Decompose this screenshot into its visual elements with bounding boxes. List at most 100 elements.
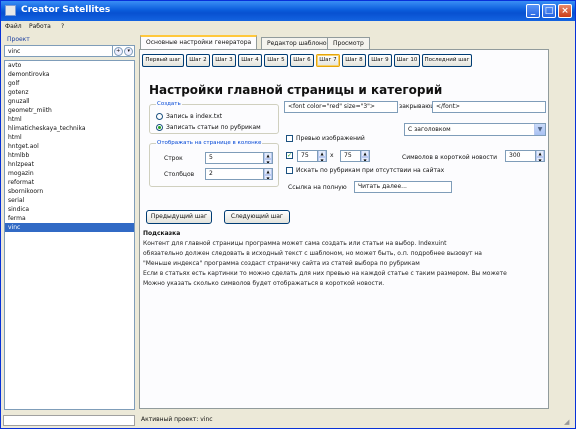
spin-up-icon[interactable]: ▲: [264, 169, 272, 175]
spin-down-icon[interactable]: ▼: [264, 159, 272, 163]
project-combo[interactable]: vinc + ▾: [4, 45, 135, 57]
checkbox-box: [286, 135, 293, 142]
project-list-item[interactable]: mogazin: [5, 169, 134, 178]
menu-bar: Файл Работа ?: [1, 21, 575, 33]
image-width-value: 75: [301, 152, 309, 159]
status-text: Активный проект: vinc: [141, 416, 213, 423]
spin-up-icon[interactable]: ▲: [536, 151, 544, 157]
project-combo-value: vinc: [8, 48, 21, 55]
spin-up-icon[interactable]: ▲: [318, 151, 326, 157]
tab-main-settings[interactable]: Основные настройки генератора: [140, 35, 258, 49]
tab-preview[interactable]: Просмотр: [327, 37, 370, 49]
spin-up-icon[interactable]: ▲: [361, 151, 369, 157]
rows-label: Строк: [164, 155, 183, 162]
step-button[interactable]: Шаг 7: [316, 54, 340, 67]
count-group-legend: Отображать на странице в колонке: [156, 140, 263, 146]
image-preview-checkbox[interactable]: Превью изображений: [286, 135, 365, 142]
header-open-tag-field[interactable]: <font color="red" size="3">: [284, 101, 398, 113]
step-button[interactable]: Шаг 4: [238, 54, 262, 67]
project-list-item[interactable]: ferma: [5, 214, 134, 223]
check-mark-icon: ✓: [286, 152, 293, 159]
project-list-item[interactable]: geometr_miith: [5, 106, 134, 115]
radio-dot-selected: [156, 124, 163, 131]
step-button[interactable]: Шаг 9: [368, 54, 392, 67]
image-preview-label: Превью изображений: [296, 135, 365, 142]
resize-grip-icon[interactable]: ◢: [564, 418, 573, 427]
spin-down-icon[interactable]: ▼: [264, 175, 272, 179]
image-height-value: 75: [344, 152, 352, 159]
size-separator: x: [330, 152, 334, 159]
project-list-item[interactable]: hlimaticheskaya_technika: [5, 124, 134, 133]
project-list-item[interactable]: gotenz: [5, 88, 134, 97]
radio-by-rubric[interactable]: Записать статьи по рубрикам: [156, 124, 261, 131]
project-list-item[interactable]: avto: [5, 61, 134, 70]
page-title: Настройки главной страницы и категорий: [149, 83, 443, 97]
heading-select[interactable]: С заголовком ▼: [404, 123, 546, 136]
maximize-button[interactable]: □: [542, 4, 556, 18]
image-height-stepper[interactable]: 75 ▲ ▼: [340, 150, 370, 162]
step-button[interactable]: Шаг 5: [264, 54, 288, 67]
project-label: Проект: [7, 36, 30, 43]
title-bar[interactable]: Creator Satellites _ □ ×: [1, 1, 575, 21]
step-button[interactable]: Шаг 2: [186, 54, 210, 67]
rows-value: 5: [209, 154, 213, 161]
menu-help[interactable]: ?: [61, 23, 64, 30]
read-more-field[interactable]: Читать далее...: [354, 181, 452, 193]
close-button[interactable]: ×: [558, 4, 572, 18]
cols-label: Столбцов: [164, 171, 195, 178]
step-button[interactable]: Шаг 3: [212, 54, 236, 67]
step-button[interactable]: Последний шаг: [422, 54, 472, 67]
project-list-item[interactable]: sbornikoorn: [5, 187, 134, 196]
chevron-down-icon[interactable]: ▼: [534, 124, 545, 135]
spin-down-icon[interactable]: ▼: [318, 157, 326, 161]
project-list-item[interactable]: hntget.aol: [5, 142, 134, 151]
project-list-item[interactable]: hnlzpeat: [5, 160, 134, 169]
chevron-down-icon[interactable]: ▾: [124, 46, 134, 56]
header-close-tag-field[interactable]: </font>: [432, 101, 546, 113]
rubric-search-checkbox[interactable]: Искать по рубрикам при отсутствии на сай…: [286, 167, 444, 174]
project-list-item[interactable]: reformat: [5, 178, 134, 187]
image-size-check[interactable]: ✓: [286, 152, 296, 159]
project-list-item[interactable]: html: [5, 133, 134, 142]
project-list-item[interactable]: demontirovka: [5, 70, 134, 79]
project-list[interactable]: avto demontirovka golf gotenz gnuzall geometr…: [4, 60, 135, 410]
project-list-item[interactable]: htmlbb: [5, 151, 134, 160]
app-icon: [5, 5, 16, 16]
step-button[interactable]: Шаг 10: [394, 54, 420, 67]
project-list-item[interactable]: vinc: [5, 223, 134, 232]
project-list-item[interactable]: sindica: [5, 205, 134, 214]
step-button[interactable]: Шаг 6: [290, 54, 314, 67]
app-window: Creator Satellites _ □ × Файл Работа ? П…: [0, 0, 576, 429]
spin-down-icon[interactable]: ▼: [361, 157, 369, 161]
menu-file[interactable]: Файл: [5, 23, 22, 30]
image-width-stepper[interactable]: 75 ▲ ▼: [297, 150, 327, 162]
cols-stepper[interactable]: 2 ▲ ▼: [205, 168, 273, 180]
rubric-search-label: Искать по рубрикам при отсутствии на сай…: [296, 167, 445, 174]
hint-title: Подсказка: [143, 230, 181, 237]
project-list-item[interactable]: html: [5, 115, 134, 124]
project-list-item[interactable]: serial: [5, 196, 134, 205]
spin-up-icon[interactable]: ▲: [264, 153, 272, 159]
menu-work[interactable]: Работа: [29, 23, 51, 30]
status-panel: [3, 415, 135, 426]
rows-stepper[interactable]: 5 ▲ ▼: [205, 152, 273, 164]
tab-template-editor[interactable]: Редактор шаблонов: [261, 37, 337, 49]
create-group: Создать Запись в index.txt Записать стат…: [149, 101, 279, 134]
add-project-icon[interactable]: +: [113, 46, 123, 56]
project-panel: Проект vinc + ▾ avto demontirovka golf gote…: [3, 36, 136, 410]
radio-index-txt[interactable]: Запись в index.txt: [156, 113, 222, 120]
hint-line: обязательно должен следовать в исходный …: [143, 250, 482, 257]
short-news-stepper[interactable]: 300 ▲ ▼: [505, 150, 545, 162]
hint-line: Если в статьях есть картинки то можно сд…: [143, 270, 507, 277]
spin-down-icon[interactable]: ▼: [536, 157, 544, 161]
project-list-item[interactable]: golf: [5, 79, 134, 88]
prev-step-button[interactable]: Предыдущий шаг: [146, 210, 212, 224]
project-list-item[interactable]: gnuzall: [5, 97, 134, 106]
hint-line: Контент для главной страницы программа м…: [143, 240, 447, 247]
step-button[interactable]: Первый шаг: [142, 54, 184, 67]
step-button[interactable]: Шаг 8: [342, 54, 366, 67]
next-step-button[interactable]: Следующий шаг: [224, 210, 290, 224]
radio-dot: [156, 113, 163, 120]
status-bar: Активный проект: vinc ◢: [1, 413, 575, 428]
minimize-button[interactable]: _: [526, 4, 540, 18]
